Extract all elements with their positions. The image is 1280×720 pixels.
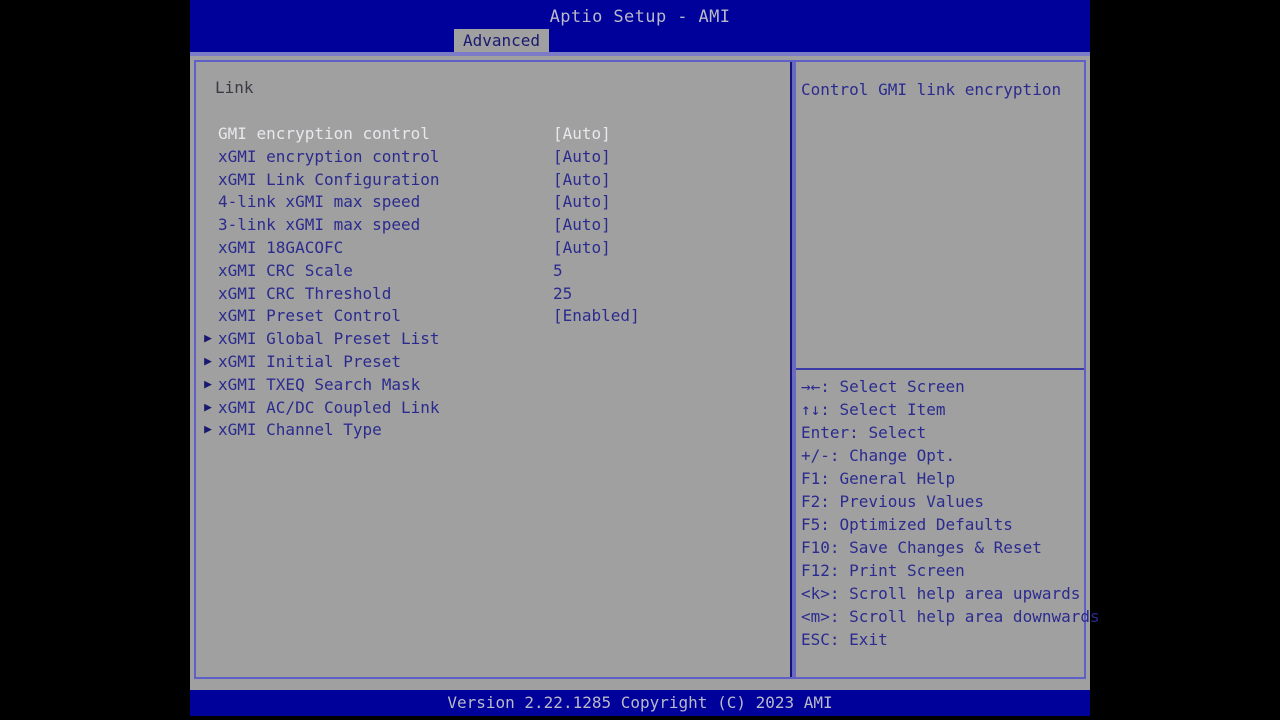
legend-description: : Select Item	[820, 400, 946, 419]
legend-key: +/-	[801, 446, 830, 465]
setting-row[interactable]: GMI encryption control [Auto]	[196, 122, 790, 145]
setting-value[interactable]: [Auto]	[553, 236, 611, 259]
version-text: Version 2.22.1285 Copyright (C) 2023 AMI	[447, 693, 833, 712]
help-pane: Control GMI link encryption →←: Select S…	[794, 62, 1100, 677]
setting-row[interactable]: 4-link xGMI max speed [Auto]	[196, 190, 790, 213]
setting-row[interactable]: xGMI CRC Threshold 25	[196, 282, 790, 305]
setting-label: xGMI CRC Threshold	[218, 283, 392, 303]
legend-entry: F1: General Help	[801, 467, 1086, 490]
legend-entry: F10: Save Changes & Reset	[801, 536, 1086, 559]
setting-row[interactable]: ▶ xGMI Initial Preset	[196, 350, 790, 373]
legend-entry: F2: Previous Values	[801, 490, 1086, 513]
content-frame: Link GMI encryption control [Auto] xGMI en…	[194, 60, 1100, 679]
submenu-arrow-icon: ▶	[204, 331, 212, 347]
legend-entry: →←: Select Screen	[801, 375, 1086, 398]
setting-value[interactable]: [Enabled]	[553, 304, 640, 327]
legend-key: ESC	[801, 630, 830, 649]
legend-description: : Optimized Defaults	[820, 515, 1013, 534]
setting-row[interactable]: xGMI Preset Control [Enabled]	[196, 304, 790, 327]
tab-advanced[interactable]: Advanced	[454, 29, 550, 52]
setting-value[interactable]: 25	[553, 282, 572, 305]
legend-description: : Previous Values	[820, 492, 985, 511]
title-bar: Aptio Setup - AMI Advanced	[190, 0, 1090, 52]
legend-key: F2	[801, 492, 821, 511]
key-legend: →←: Select Screen ↑↓: Select Item Enter: S…	[801, 375, 1100, 651]
setting-label: xGMI Link Configuration	[218, 169, 440, 189]
setting-label: GMI encryption control	[218, 124, 430, 143]
legend-description: : Scroll help area downwards	[829, 607, 1100, 626]
submenu-arrow-icon: ▶	[204, 399, 212, 415]
legend-key: F10	[801, 538, 830, 557]
legend-description: : Print Screen	[829, 561, 965, 580]
setting-value[interactable]: [Auto]	[553, 145, 611, 168]
legend-key: Enter	[801, 423, 850, 442]
legend-key: →←	[801, 377, 821, 396]
legend-description: : General Help	[820, 469, 956, 488]
legend-key: F5	[801, 515, 821, 534]
setting-label: xGMI 18GACOFC	[218, 238, 344, 257]
setting-label: xGMI Initial Preset	[218, 352, 402, 371]
help-legend-divider	[796, 368, 1084, 370]
legend-key: F1	[801, 469, 821, 488]
legend-description: : Save Changes & Reset	[829, 538, 1042, 557]
setting-row[interactable]: xGMI 18GACOFC [Auto]	[196, 236, 790, 259]
legend-description: : Scroll help area upwards	[829, 584, 1081, 603]
setting-label: xGMI encryption control	[218, 146, 440, 166]
submenu-arrow-icon: ▶	[204, 354, 212, 369]
setting-row[interactable]: xGMI Link Configuration [Auto]	[196, 168, 790, 191]
legend-entry: <k>: Scroll help area upwards	[801, 582, 1086, 605]
legend-description: : Change Opt.	[829, 446, 956, 465]
legend-description: : Exit	[829, 630, 888, 649]
setting-label: xGMI Channel Type	[218, 420, 382, 440]
help-text: Control GMI link encryption	[801, 80, 1062, 99]
setting-row[interactable]: ▶ xGMI Global Preset List	[196, 327, 790, 350]
setting-value[interactable]: [Auto]	[553, 213, 611, 236]
setting-row[interactable]: ▶ xGMI Channel Type	[196, 418, 790, 441]
setting-label: 3-link xGMI max speed	[218, 215, 421, 235]
legend-entry: F12: Print Screen	[801, 559, 1086, 582]
menu-tab-strip: Advanced	[190, 29, 1090, 52]
legend-entry: ↑↓: Select Item	[801, 398, 1086, 421]
legend-key: <k>	[801, 584, 830, 603]
submenu-arrow-icon: ▶	[204, 376, 212, 392]
submenu-arrow-icon: ▶	[204, 422, 212, 438]
legend-entry: +/-: Change Opt.	[801, 444, 1086, 467]
footer-spacer	[190, 679, 1090, 690]
legend-entry: ESC: Exit	[801, 628, 1086, 651]
setting-row[interactable]: 3-link xGMI max speed [Auto]	[196, 213, 790, 236]
setting-label: xGMI Preset Control	[218, 306, 402, 326]
setting-row[interactable]: ▶ xGMI AC/DC Coupled Link	[196, 396, 790, 419]
legend-description: : Select	[849, 423, 927, 442]
legend-description: : Select Screen	[820, 377, 965, 396]
setting-label: xGMI Global Preset List	[218, 329, 440, 349]
footer-bar: Version 2.22.1285 Copyright (C) 2023 AMI	[190, 690, 1090, 716]
legend-entry: F5: Optimized Defaults	[801, 513, 1086, 536]
setting-row[interactable]: xGMI encryption control [Auto]	[196, 145, 790, 168]
setting-label: xGMI TXEQ Search Mask	[218, 374, 421, 394]
legend-entry: Enter: Select	[801, 421, 1086, 444]
setting-row[interactable]: xGMI CRC Scale 5	[196, 259, 790, 282]
legend-key: F12	[801, 561, 830, 580]
setting-label: xGMI AC/DC Coupled Link	[218, 397, 440, 417]
bios-setup-screen: Aptio Setup - AMI Advanced Link GMI encr…	[190, 0, 1100, 716]
settings-pane: Link GMI encryption control [Auto] xGMI en…	[196, 62, 790, 677]
setting-value[interactable]: [Auto]	[553, 190, 611, 213]
setting-row[interactable]: ▶ xGMI TXEQ Search Mask	[196, 373, 790, 396]
page-title: Aptio Setup - AMI	[549, 7, 731, 27]
legend-entry: <m>: Scroll help area downwards	[801, 605, 1100, 628]
section-heading: Link	[215, 78, 254, 97]
setting-value[interactable]: [Auto]	[553, 122, 611, 145]
setting-label: 4-link xGMI max speed	[218, 192, 421, 212]
setting-label: xGMI CRC Scale	[218, 260, 353, 280]
setting-value[interactable]: [Auto]	[553, 168, 611, 191]
setting-value[interactable]: 5	[553, 259, 563, 282]
legend-key: <m>	[801, 607, 830, 626]
legend-key: ↑↓	[801, 400, 821, 419]
